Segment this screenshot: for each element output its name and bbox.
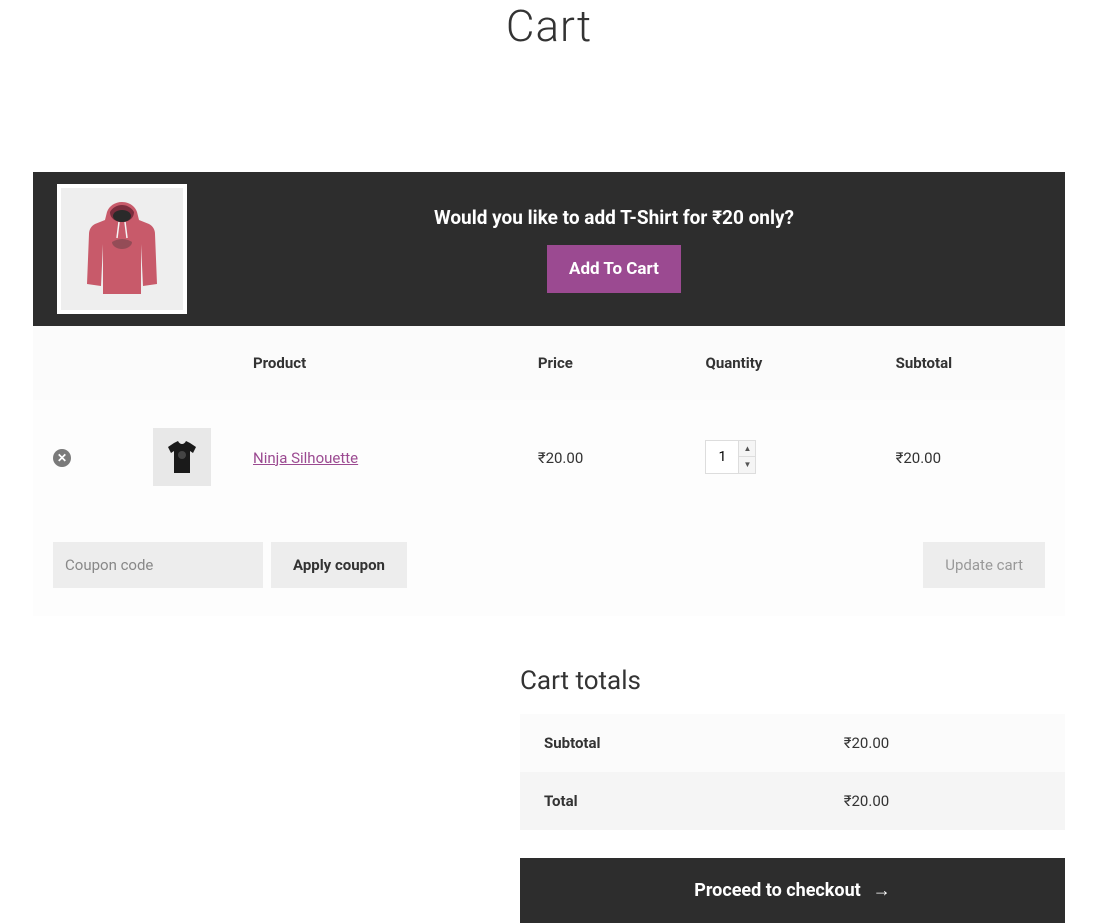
header-quantity: Quantity xyxy=(685,326,875,400)
product-name-link[interactable]: Ninja Silhouette xyxy=(253,449,358,467)
quantity-down-button[interactable]: ▼ xyxy=(739,457,755,473)
quantity-input[interactable] xyxy=(706,441,738,473)
table-row: ✕ Ninja Silhouette ₹20.00 xyxy=(33,400,1065,514)
total-label: Total xyxy=(520,772,820,830)
upsell-product-image xyxy=(57,184,187,314)
totals-table: Subtotal ₹20.00 Total ₹20.00 xyxy=(520,714,1065,830)
cart-totals-title: Cart totals xyxy=(520,666,1065,696)
close-icon: ✕ xyxy=(57,452,67,464)
product-thumbnail[interactable] xyxy=(153,428,211,486)
header-subtotal: Subtotal xyxy=(876,326,1065,400)
header-product: Product xyxy=(233,326,518,400)
total-value: ₹20.00 xyxy=(820,772,1065,830)
upsell-banner: Would you like to add T-Shirt for ₹20 on… xyxy=(33,172,1065,326)
add-to-cart-button[interactable]: Add To Cart xyxy=(547,245,681,293)
subtotal-label: Subtotal xyxy=(520,714,820,772)
quantity-up-button[interactable]: ▲ xyxy=(739,441,755,457)
remove-item-button[interactable]: ✕ xyxy=(53,449,71,467)
arrow-right-icon: → xyxy=(873,880,891,901)
hoodie-icon xyxy=(77,194,167,304)
subtotal-value: ₹20.00 xyxy=(820,714,1065,772)
header-price: Price xyxy=(518,326,686,400)
quantity-stepper[interactable]: ▲ ▼ xyxy=(705,440,756,474)
checkout-label: Proceed to checkout xyxy=(694,880,861,901)
page-title: Cart xyxy=(0,0,1098,82)
apply-coupon-button[interactable]: Apply coupon xyxy=(271,542,407,588)
update-cart-button[interactable]: Update cart xyxy=(923,542,1045,588)
product-price: ₹20.00 xyxy=(538,449,583,467)
cart-totals: Cart totals Subtotal ₹20.00 Total ₹20.00… xyxy=(520,666,1065,923)
tshirt-icon xyxy=(162,437,202,477)
product-subtotal: ₹20.00 xyxy=(896,449,941,467)
cart-table: Product Price Quantity Subtotal ✕ xyxy=(33,326,1065,616)
coupon-code-input[interactable] xyxy=(53,542,263,588)
proceed-to-checkout-button[interactable]: Proceed to checkout → xyxy=(520,858,1065,923)
upsell-message: Would you like to add T-Shirt for ₹20 on… xyxy=(187,206,1041,229)
